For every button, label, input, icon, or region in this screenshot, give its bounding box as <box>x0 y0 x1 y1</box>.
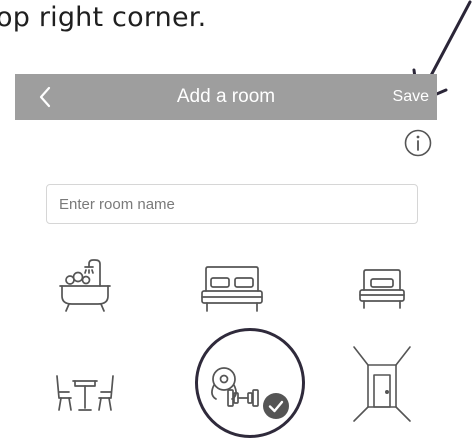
single-bed-icon <box>359 269 405 309</box>
instruction-text: op right corner. <box>0 2 207 33</box>
room-type-master-bedroom[interactable] <box>200 265 264 315</box>
room-type-room[interactable] <box>352 345 412 423</box>
room-type-bathroom[interactable] <box>56 258 114 314</box>
room-type-dining[interactable] <box>54 372 116 414</box>
room-type-bedroom[interactable] <box>358 268 406 312</box>
dining-table-icon <box>56 375 114 411</box>
double-bed-icon <box>201 266 263 312</box>
screenshot-page: op right corner. Add a room Save <box>0 0 475 448</box>
navigation-bar: Add a room Save <box>15 74 437 120</box>
room-door-icon <box>353 346 411 422</box>
check-badge-icon <box>263 393 289 419</box>
bathtub-icon <box>59 259 111 312</box>
save-button[interactable]: Save <box>393 88 429 106</box>
info-icon[interactable] <box>403 128 433 158</box>
page-title: Add a room <box>176 86 276 107</box>
room-name-input[interactable] <box>46 184 418 224</box>
